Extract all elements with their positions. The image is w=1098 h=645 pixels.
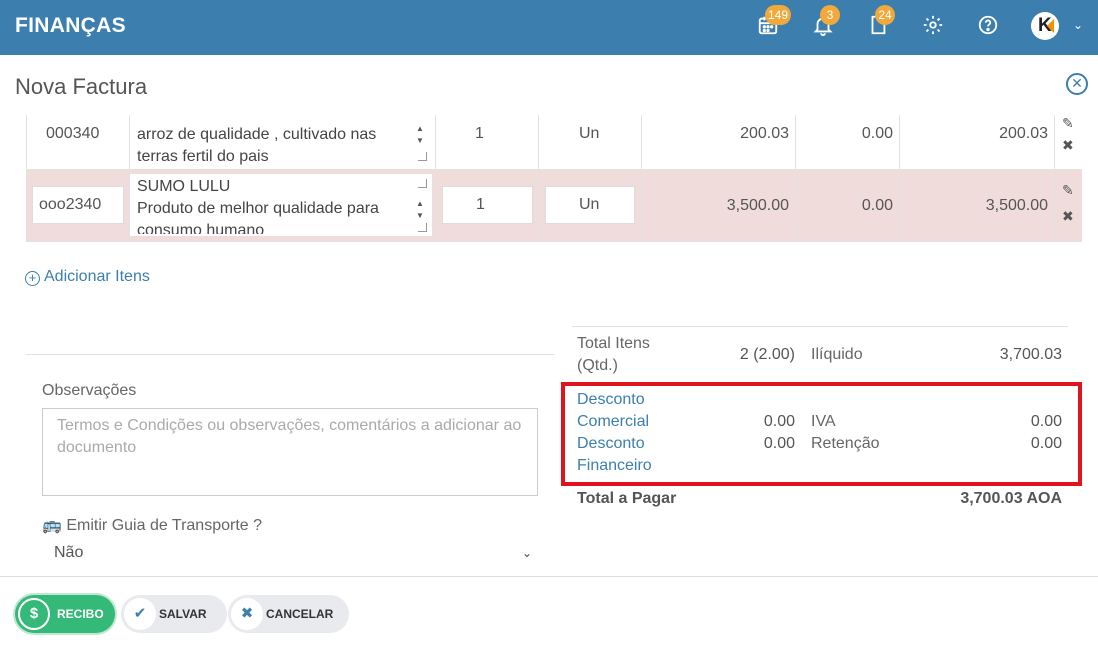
app-title: FINANÇAS: [15, 14, 126, 37]
bell-badge: 3: [820, 5, 840, 25]
grand-total-label: Total a Pagar: [577, 490, 677, 507]
page-title: Nova Factura: [15, 74, 148, 99]
help-button[interactable]: [977, 14, 1001, 38]
dollar-icon: $: [18, 598, 50, 630]
table-row: 000340 arroz de qualidade , cultivado na…: [26, 115, 1082, 170]
item-description: SUMO LULU Produto de melhor qualidade pa…: [137, 178, 379, 234]
plus-circle-icon: +: [25, 271, 40, 286]
spin-up-icon[interactable]: ▲: [415, 124, 425, 133]
item-qty-input[interactable]: 1: [442, 186, 533, 224]
save-label: SALVAR: [159, 607, 207, 621]
recibo-label: RECIBO: [57, 607, 104, 621]
delete-icon[interactable]: ✖: [1062, 137, 1074, 154]
documents-button[interactable]: 24: [867, 5, 895, 38]
top-bar: FINANÇAS 149 3 24 K ⌄: [0, 0, 1098, 55]
highlight-box: [561, 382, 1082, 486]
settings-button[interactable]: [922, 14, 946, 38]
grand-total-value: 3,700.03 AOA: [960, 490, 1062, 507]
item-unit-input[interactable]: Un: [545, 186, 635, 224]
total-items-label: Total Itens (Qtd.): [577, 335, 650, 374]
iliquido-label: Ilíquido: [811, 346, 863, 363]
chevron-down-icon[interactable]: ⌄: [1073, 18, 1083, 32]
bus-icon: 🚌: [42, 517, 62, 534]
add-items-label: Adicionar Itens: [44, 268, 150, 285]
calendar-badge: 149: [765, 5, 792, 25]
item-qty: 1: [476, 196, 485, 213]
iliquido-value: 3,700.03: [999, 346, 1062, 363]
footer: $ RECIBO ✔ SALVAR ✖ CANCELAR: [0, 576, 1098, 645]
observations-label: Observações: [42, 382, 137, 399]
item-price: 200.03: [740, 125, 789, 142]
doc-badge: 24: [875, 5, 895, 25]
item-description-textarea[interactable]: SUMO LULU Produto de melhor qualidade pa…: [130, 174, 432, 236]
cancel-label: CANCELAR: [266, 607, 334, 621]
calendar-button[interactable]: 149: [757, 5, 792, 38]
item-price: 3,500.00: [726, 197, 789, 214]
delete-icon[interactable]: ✖: [1062, 208, 1074, 225]
chevron-down-icon: ⌄: [521, 546, 532, 560]
item-description: arroz de qualidade , cultivado nas terra…: [137, 126, 377, 165]
notifications-button[interactable]: 3: [812, 5, 840, 38]
transport-guide-value: Não: [54, 544, 84, 561]
spin-up-icon[interactable]: ▲: [415, 199, 425, 208]
item-code: ooo2340: [39, 196, 102, 213]
item-code-input[interactable]: ooo2340: [32, 186, 124, 224]
item-discount: 0.00: [861, 197, 893, 214]
observations-textarea[interactable]: Termos e Condições ou observações, comen…: [42, 408, 538, 496]
avatar[interactable]: K: [1031, 12, 1059, 40]
close-icon[interactable]: ✕: [1066, 73, 1088, 95]
divider: [572, 326, 1068, 327]
gear-icon: [923, 15, 943, 35]
edit-icon[interactable]: ✎: [1062, 182, 1074, 199]
resize-handle-icon[interactable]: [418, 152, 427, 161]
divider: [26, 354, 555, 355]
transport-guide-label: 🚌 Emitir Guia de Transporte ?: [42, 515, 262, 535]
help-icon: [978, 15, 998, 35]
close-icon: ✖: [231, 598, 263, 630]
check-icon: ✔: [124, 598, 156, 630]
table-row: ooo2340 SUMO LULU Produto de melhor qual…: [26, 170, 1082, 242]
item-discount: 0.00: [861, 125, 893, 142]
item-qty[interactable]: 1: [475, 125, 484, 143]
spin-down-icon[interactable]: ▼: [415, 136, 425, 145]
resize-handle-icon[interactable]: [418, 223, 427, 232]
avatar-logo-mark: [1047, 19, 1054, 33]
resize-handle-icon: [418, 179, 427, 188]
item-description-textarea[interactable]: arroz de qualidade , cultivado nas terra…: [130, 115, 432, 165]
save-button[interactable]: ✔ SALVAR: [121, 595, 227, 633]
item-unit[interactable]: Un: [579, 125, 599, 143]
total-items-value: 2 (2.00): [739, 346, 795, 363]
item-total: 200.03: [999, 125, 1048, 142]
transport-guide-text: Emitir Guia de Transporte ?: [66, 517, 263, 534]
cancel-button[interactable]: ✖ CANCELAR: [228, 595, 349, 633]
item-code[interactable]: 000340: [46, 125, 99, 143]
items-table: 000340 arroz de qualidade , cultivado na…: [26, 115, 1082, 243]
item-unit: Un: [579, 196, 600, 213]
transport-guide-select[interactable]: Não ⌄: [42, 540, 538, 568]
recibo-button[interactable]: $ RECIBO: [15, 595, 115, 633]
spin-down-icon[interactable]: ▼: [415, 211, 425, 220]
edit-icon[interactable]: ✎: [1062, 115, 1074, 132]
add-items-button[interactable]: + Adicionar Itens: [25, 268, 150, 286]
item-total: 3,500.00: [985, 197, 1048, 214]
